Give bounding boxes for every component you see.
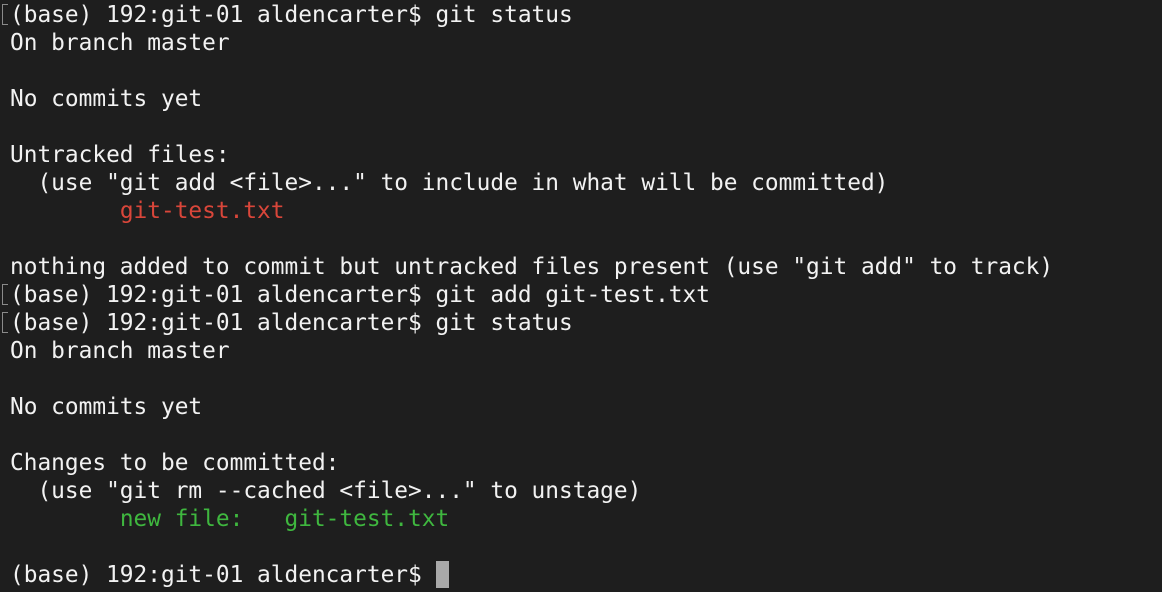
output-text: On branch master <box>10 30 230 56</box>
file-status-line: git-test.txt <box>10 197 1162 225</box>
output-line: On branch master <box>10 337 1162 365</box>
shell-prompt: (base) 192:git-01 aldencarter$ <box>10 562 436 588</box>
shell-prompt: (base) 192:git-01 aldencarter$ <box>10 310 436 336</box>
output-line: No commits yet <box>10 85 1162 113</box>
output-line: Untracked files: <box>10 141 1162 169</box>
file-status-line: new file: git-test.txt <box>10 505 1162 533</box>
shell-prompt: (base) 192:git-01 aldencarter$ <box>10 2 436 28</box>
shell-prompt: (base) 192:git-01 aldencarter$ <box>10 282 436 308</box>
output-line: On branch master <box>10 29 1162 57</box>
command-line: (base) 192:git-01 aldencarter$ git statu… <box>2 309 1162 337</box>
output-text: (use "git add <file>..." to include in w… <box>10 170 889 196</box>
output-text: Untracked files: <box>10 142 230 168</box>
output-line: (use "git add <file>..." to include in w… <box>10 169 1162 197</box>
command-text: git status <box>435 310 573 336</box>
block-cursor <box>436 561 450 588</box>
command-mark-icon <box>2 312 8 333</box>
command-line: (base) 192:git-01 aldencarter$ git add g… <box>2 281 1162 309</box>
output-text: (use "git rm --cached <file>..." to unst… <box>10 478 642 504</box>
command-text: git add git-test.txt <box>435 282 710 308</box>
command-text: git status <box>435 2 573 28</box>
output-line: Changes to be committed: <box>10 449 1162 477</box>
active-prompt-line: (base) 192:git-01 aldencarter$ <box>10 561 1162 589</box>
staged-file: new file: git-test.txt <box>119 506 450 532</box>
output-text: No commits yet <box>10 86 203 112</box>
command-mark-icon <box>2 284 8 305</box>
output-line: No commits yet <box>10 393 1162 421</box>
output-line: (use "git rm --cached <file>..." to unst… <box>10 477 1162 505</box>
command-mark-icon <box>2 4 8 25</box>
command-line: (base) 192:git-01 aldencarter$ git statu… <box>2 1 1162 29</box>
output-text: On branch master <box>10 338 230 364</box>
terminal-window[interactable]: (base) 192:git-01 aldencarter$ git statu… <box>0 0 1162 592</box>
output-line: nothing added to commit but untracked fi… <box>10 253 1162 281</box>
output-text: Changes to be committed: <box>10 450 340 476</box>
untracked-file: git-test.txt <box>119 198 285 224</box>
output-text: nothing added to commit but untracked fi… <box>10 254 1054 280</box>
output-text: No commits yet <box>10 394 203 420</box>
